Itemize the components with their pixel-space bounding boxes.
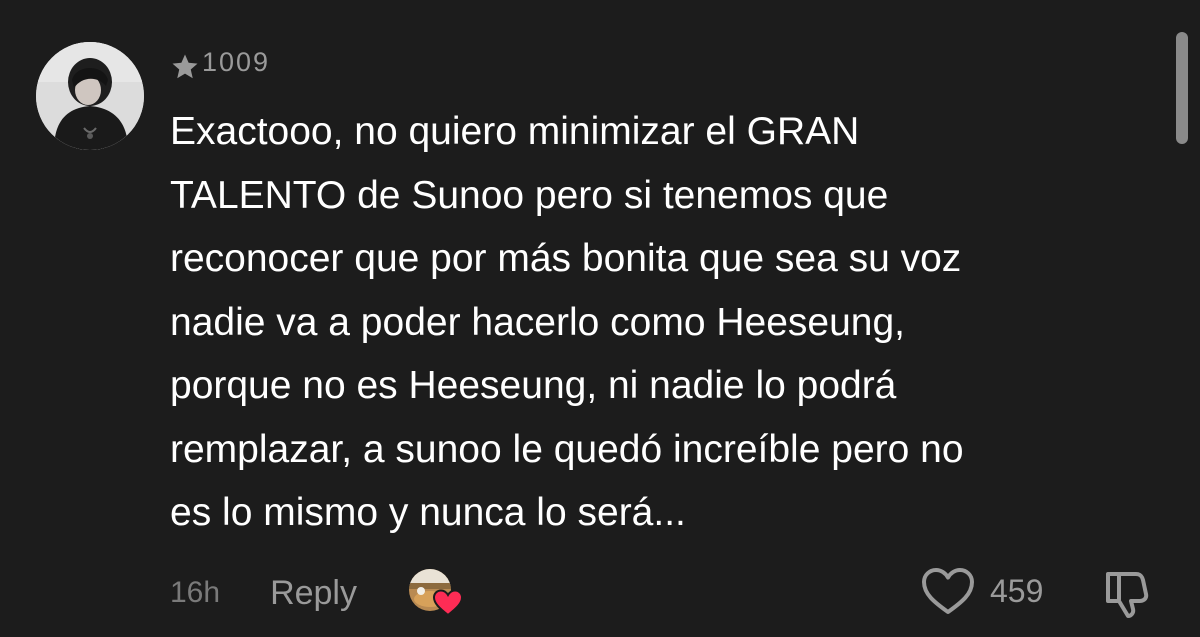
comment-text: Exactooo, no quiero minimizar el GRAN TA… (170, 100, 1150, 545)
comment-line: remplazar, a sunoo le quedó increíble pe… (170, 427, 964, 471)
comment-footer: 16h Reply (170, 568, 463, 618)
username-text: 1009 (202, 46, 271, 77)
timestamp: 16h (170, 576, 221, 609)
user-avatar[interactable] (36, 42, 144, 150)
like-count: 459 (990, 572, 1044, 609)
comment-line: Exactooo, no quiero minimizar el GRAN (170, 110, 860, 153)
star-icon (172, 54, 198, 79)
heart-outline-icon (922, 568, 974, 614)
avatar-image (36, 42, 144, 150)
username[interactable]: 1009 (170, 44, 270, 80)
thumbs-down-icon (1106, 572, 1149, 618)
reply-button[interactable]: Reply (270, 574, 357, 613)
comment-line: nadie va a poder hacerlo como Heeseung, (170, 300, 905, 344)
comment-line: es lo mismo y nunca lo será... (170, 491, 686, 534)
like-button[interactable]: 459 (920, 566, 1043, 616)
creator-liked-heart-icon (433, 589, 463, 617)
comment-line: TALENTO de Sunoo pero si tenemos que (170, 173, 889, 217)
comment-line: reconocer que por más bonita que sea su … (170, 237, 962, 280)
comment-line: porque no es Heeseung, ni nadie lo podrá (170, 364, 897, 407)
dislike-button[interactable] (1100, 566, 1154, 620)
comment-item: 1009 Exactooo, no quiero minimizar el GR… (0, 0, 1200, 637)
scrollbar[interactable] (1176, 32, 1188, 144)
creator-liked-badge (409, 569, 463, 617)
